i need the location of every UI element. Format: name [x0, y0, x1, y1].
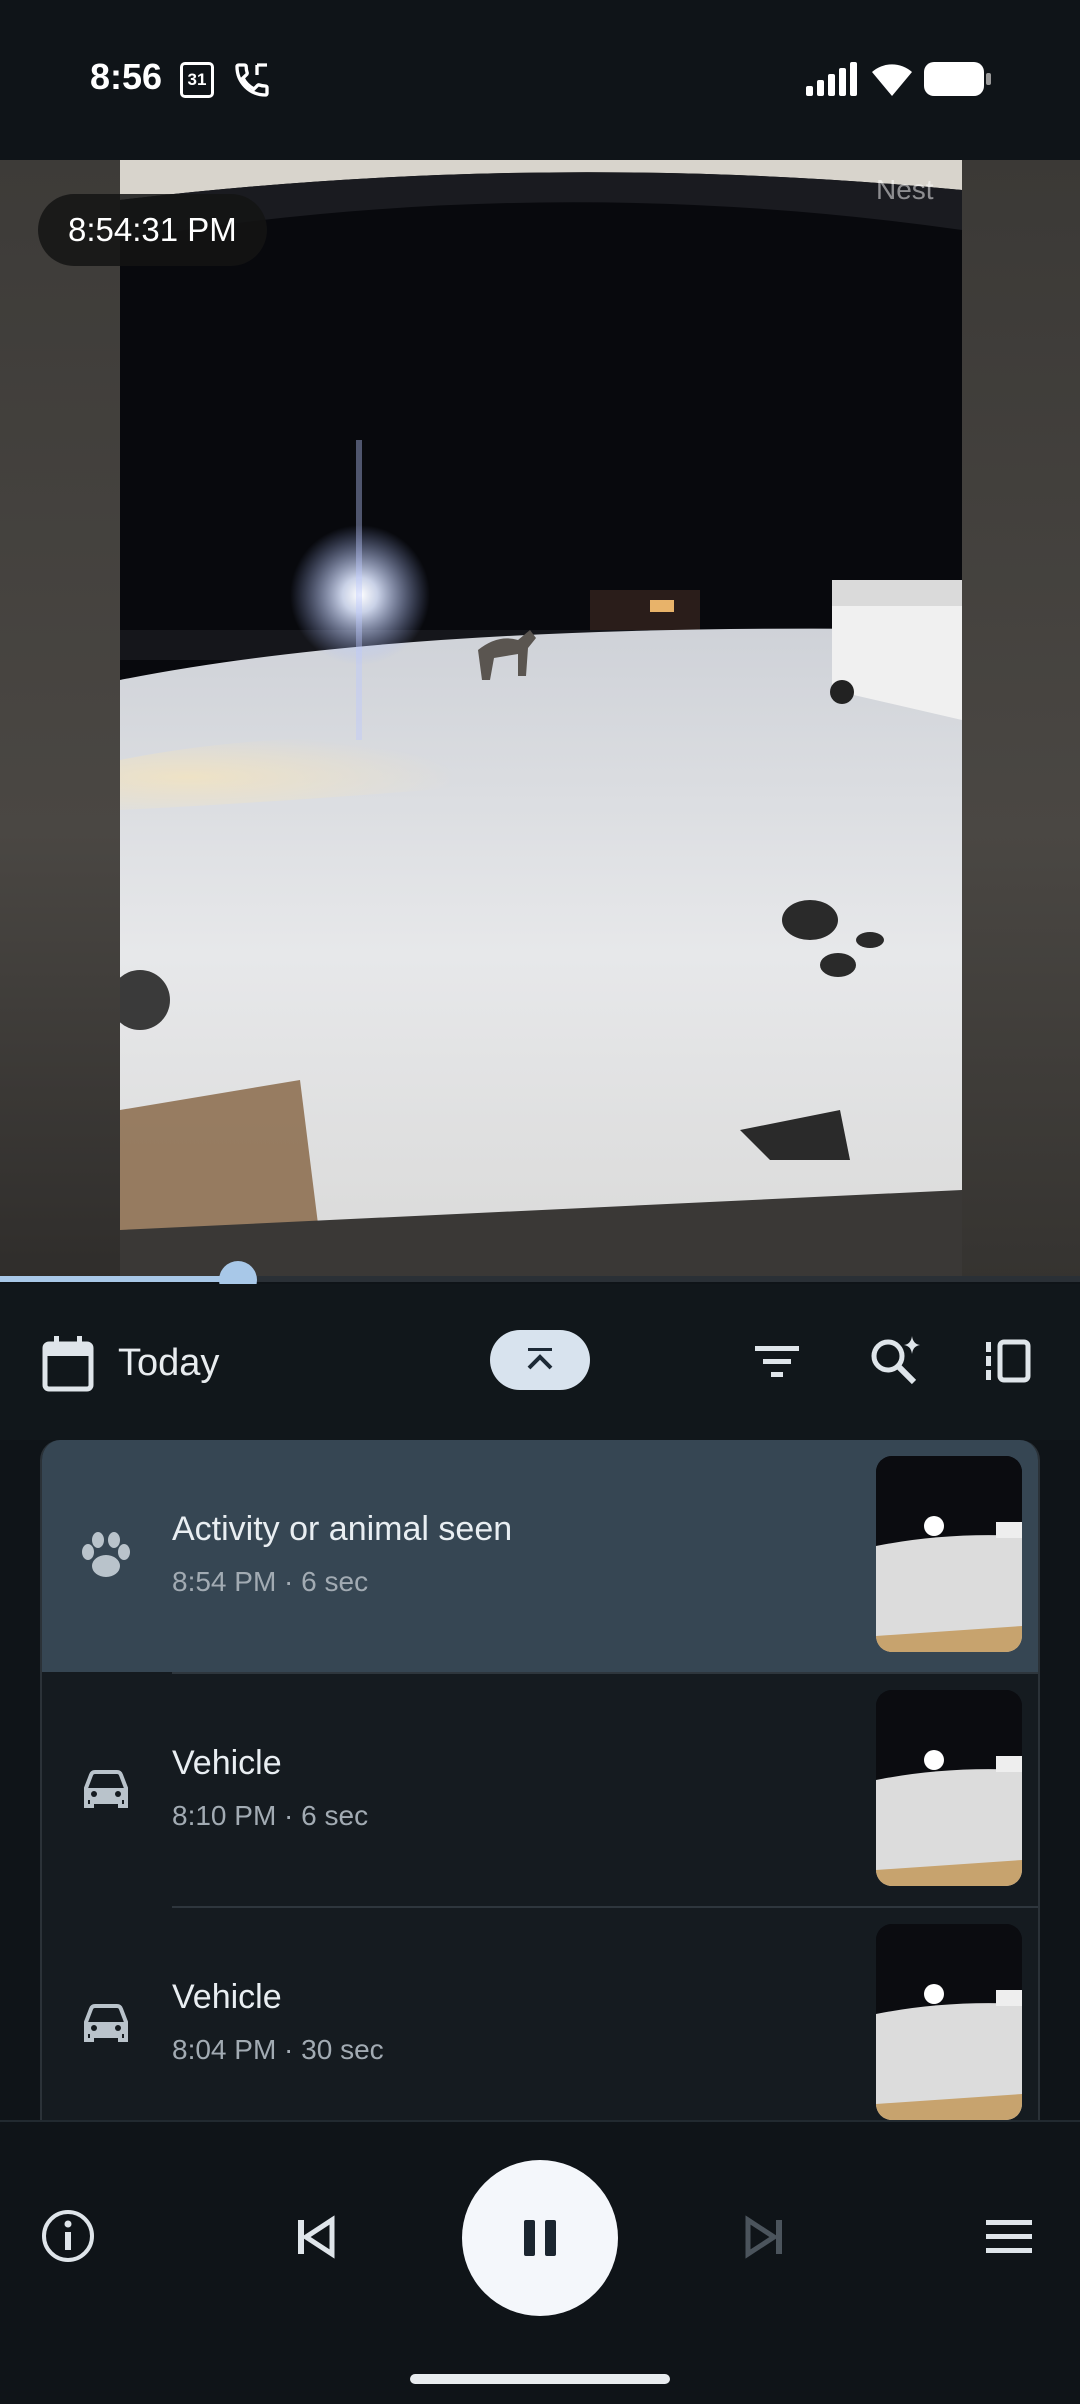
calendar-icon: 31: [180, 62, 214, 98]
event-row[interactable]: Vehicle 8:04 PM · 30 sec: [42, 1908, 1038, 2120]
camera-frame: [120, 160, 962, 1280]
status-bar: 8:56 31: [0, 0, 1080, 160]
status-time: 8:56: [90, 56, 163, 97]
event-meta: 8:10 PM · 6 sec: [172, 1800, 369, 1831]
paw-icon: [82, 1532, 130, 1577]
camera-timestamp: 8:54:31 PM: [38, 194, 267, 266]
search-sparkle-icon[interactable]: [868, 1332, 924, 1388]
event-row[interactable]: Vehicle 8:10 PM · 6 sec: [42, 1674, 1038, 1906]
event-meta: 8:54 PM · 6 sec: [172, 1566, 369, 1597]
skip-previous-icon[interactable]: [292, 2214, 338, 2260]
camera-video[interactable]: 8:54:31 PM Nest: [0, 160, 1080, 1280]
nest-watermark: Nest: [876, 174, 934, 205]
info-icon[interactable]: [40, 2208, 96, 2264]
history-toolbar: Today: [0, 1284, 1080, 1440]
wifi-icon: [872, 64, 912, 96]
calendar-icon[interactable]: [42, 1336, 94, 1392]
collapse-up-icon: [527, 1348, 553, 1370]
playback-controls: [0, 2120, 1080, 2404]
event-meta: 8:04 PM · 30 sec: [172, 2034, 384, 2065]
collapse-button[interactable]: [490, 1330, 590, 1390]
call-icon: [235, 63, 269, 97]
event-thumbnail[interactable]: [876, 1924, 1022, 2120]
event-title: Vehicle: [172, 1744, 282, 1782]
event-title: Vehicle: [172, 1978, 282, 2016]
scrubber-progress: [0, 1276, 238, 1282]
skip-next-icon[interactable]: [742, 2214, 788, 2260]
playback-scrubber[interactable]: [0, 1276, 1080, 1282]
event-row[interactable]: Activity or animal seen 8:54 PM · 6 sec: [42, 1440, 1038, 1672]
home-indicator[interactable]: [410, 2374, 670, 2384]
pause-icon: [524, 2220, 556, 2256]
filter-icon[interactable]: [752, 1342, 802, 1382]
panel-toggle-icon[interactable]: [982, 1336, 1032, 1386]
battery-icon: [924, 62, 991, 96]
signal-icon: [806, 62, 857, 96]
car-icon: [84, 2004, 128, 2042]
event-thumbnail[interactable]: [876, 1456, 1022, 1652]
event-thumbnail[interactable]: [876, 1690, 1022, 1886]
menu-icon[interactable]: [984, 2214, 1034, 2260]
pause-button[interactable]: [462, 2160, 618, 2316]
car-icon: [84, 1770, 128, 1808]
event-title: Activity or animal seen: [172, 1510, 513, 1548]
date-selector-label[interactable]: Today: [118, 1342, 219, 1385]
event-list: Activity or animal seen 8:54 PM · 6 sec …: [40, 1440, 1040, 2120]
